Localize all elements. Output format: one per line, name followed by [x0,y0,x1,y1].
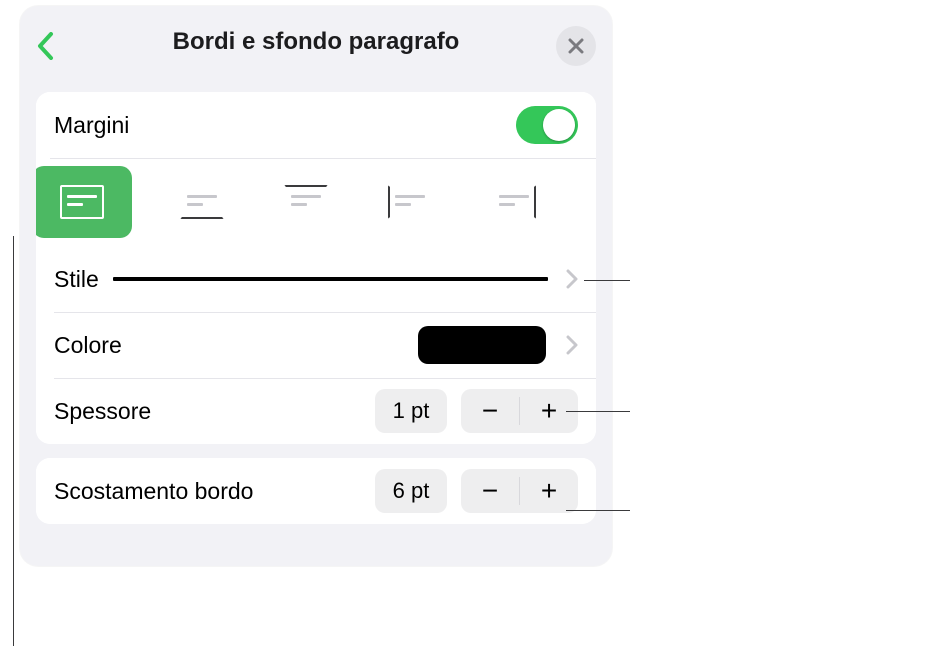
border-all-icon [60,185,104,219]
panel-header: Bordi e sfondo paragrafo [20,6,612,78]
border-preset-left[interactable] [376,176,444,228]
thickness-increment[interactable]: + [520,389,578,433]
style-label: Stile [54,266,99,293]
thickness-label: Spessore [54,398,151,425]
panel-title: Bordi e sfondo paragrafo [173,28,460,56]
margins-row: Margini [36,92,596,158]
thickness-row: Spessore 1 pt − + [36,378,596,444]
border-top-icon [284,185,328,219]
border-preset-all[interactable] [36,166,132,238]
borders-background-panel: Bordi e sfondo paragrafo Margini [20,6,612,566]
offset-label: Scostamento bordo [54,478,253,505]
border-preset-right[interactable] [480,176,548,228]
offset-stepper: − + [461,469,578,513]
margins-toggle[interactable] [516,106,578,144]
thickness-value: 1 pt [375,389,447,433]
color-swatch [418,326,546,364]
toggle-knob [543,109,575,141]
offset-decrement[interactable]: − [461,469,519,513]
back-button[interactable] [28,28,64,64]
margins-label: Margini [54,112,129,139]
offset-value: 6 pt [375,469,447,513]
close-button[interactable] [556,26,596,66]
border-left-icon [388,185,432,219]
line-style-preview [113,277,548,281]
color-row[interactable]: Colore [36,312,596,378]
chevron-left-icon [37,32,55,60]
border-settings-group: Margini [36,92,596,444]
border-bottom-icon [180,185,224,219]
offset-group: Scostamento bordo 6 pt − + [36,458,596,524]
border-right-icon [492,185,536,219]
chevron-right-icon [566,269,578,289]
chevron-right-icon [566,335,578,355]
close-icon [568,38,584,54]
color-label: Colore [54,332,122,359]
offset-increment[interactable]: + [520,469,578,513]
thickness-stepper: − + [461,389,578,433]
border-preset-top[interactable] [272,176,340,228]
callout-line [13,236,14,646]
thickness-decrement[interactable]: − [461,389,519,433]
offset-row: Scostamento bordo 6 pt − + [36,458,596,524]
style-row[interactable]: Stile [36,246,596,312]
border-position-row [36,158,596,246]
border-preset-bottom[interactable] [168,176,236,228]
